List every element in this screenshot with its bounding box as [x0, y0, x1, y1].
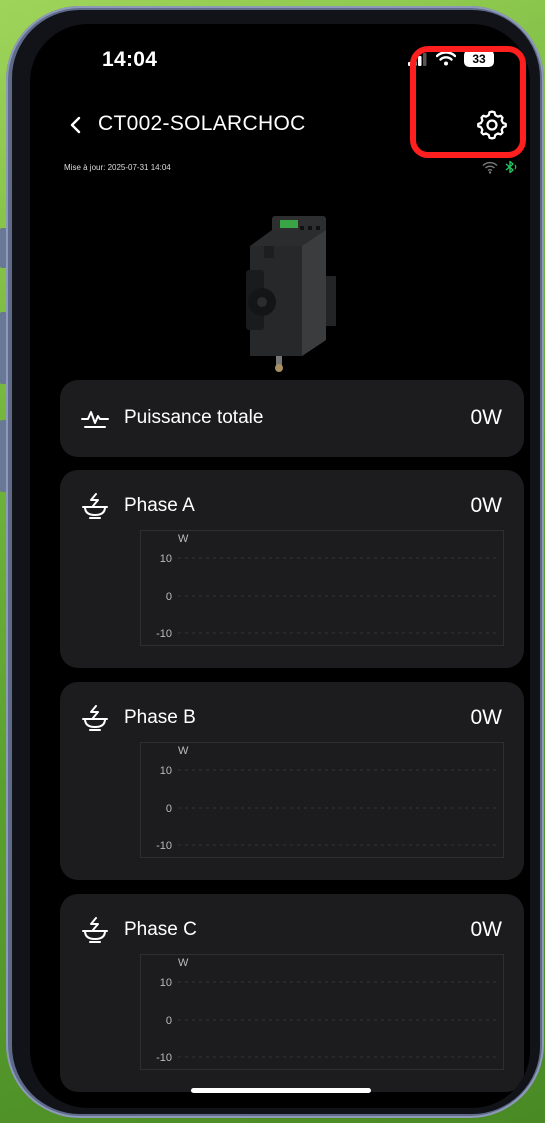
phase-a-chart: W 10 0 -10: [140, 530, 504, 646]
phase-icon: [80, 917, 110, 943]
phase-icon: [80, 705, 110, 731]
phase-icon: [80, 493, 110, 519]
power-wave-icon: [80, 405, 110, 431]
chart-tick-label: -10: [156, 840, 172, 852]
settings-highlight-box: [410, 46, 526, 158]
phase-chart-svg: W 10 0 -10: [140, 530, 504, 646]
home-indicator: [191, 1088, 371, 1093]
phase-b-label: Phase B: [124, 707, 196, 728]
chevron-left-icon: [70, 116, 81, 134]
total-power-label: Puissance totale: [124, 407, 264, 428]
total-power-value: 0W: [470, 406, 503, 429]
chart-unit-label: W: [178, 745, 189, 757]
chart-unit-label: W: [178, 957, 189, 969]
phase-a-card[interactable]: Phase A 0W W 10 0 -10: [60, 470, 524, 668]
phase-c-chart: W 10 0 -10: [140, 954, 504, 1070]
app-screen: 14:04 33 CT002-SOLARCHOC Mise à jour: 20…: [30, 24, 530, 1108]
phase-chart-svg: W 10 0 -10: [140, 742, 504, 858]
phase-c-card[interactable]: Phase C 0W W 10 0 -10: [60, 894, 524, 1092]
back-button[interactable]: [64, 110, 88, 140]
status-time: 14:04: [102, 48, 158, 71]
chart-tick-label: 0: [166, 1015, 172, 1027]
phase-c-label: Phase C: [124, 919, 197, 940]
last-update-text: Mise à jour: 2025-07-31 14:04: [64, 163, 171, 172]
chart-tick-label: 0: [166, 591, 172, 603]
chart-tick-label: -10: [156, 1052, 172, 1064]
chart-frame: [140, 742, 504, 858]
wifi-connection-icon: [482, 161, 498, 174]
bluetooth-icon: [505, 160, 517, 174]
chart-unit-label: W: [178, 533, 189, 545]
chart-tick-label: 10: [160, 977, 172, 989]
chart-tick-label: -10: [156, 628, 172, 640]
total-power-row: Puissance totale 0W: [80, 380, 502, 456]
chart-frame: [140, 954, 504, 1070]
chart-frame: [140, 530, 504, 646]
chart-tick-label: 10: [160, 765, 172, 777]
phase-c-value: 0W: [470, 918, 503, 941]
chart-tick-label: 10: [160, 553, 172, 565]
phase-b-chart: W 10 0 -10: [140, 742, 504, 858]
phase-a-value: 0W: [470, 494, 503, 517]
device-image: [246, 216, 336, 372]
phase-chart-svg: W 10 0 -10: [140, 954, 504, 1070]
connection-icons: [482, 160, 518, 174]
chart-tick-label: 0: [166, 803, 172, 815]
total-power-card[interactable]: Puissance totale 0W: [60, 380, 524, 457]
page-title: CT002-SOLARCHOC: [98, 112, 306, 135]
phase-b-value: 0W: [470, 706, 503, 729]
phase-a-label: Phase A: [124, 495, 195, 516]
phase-b-card[interactable]: Phase B 0W W 10 0 -10: [60, 682, 524, 880]
